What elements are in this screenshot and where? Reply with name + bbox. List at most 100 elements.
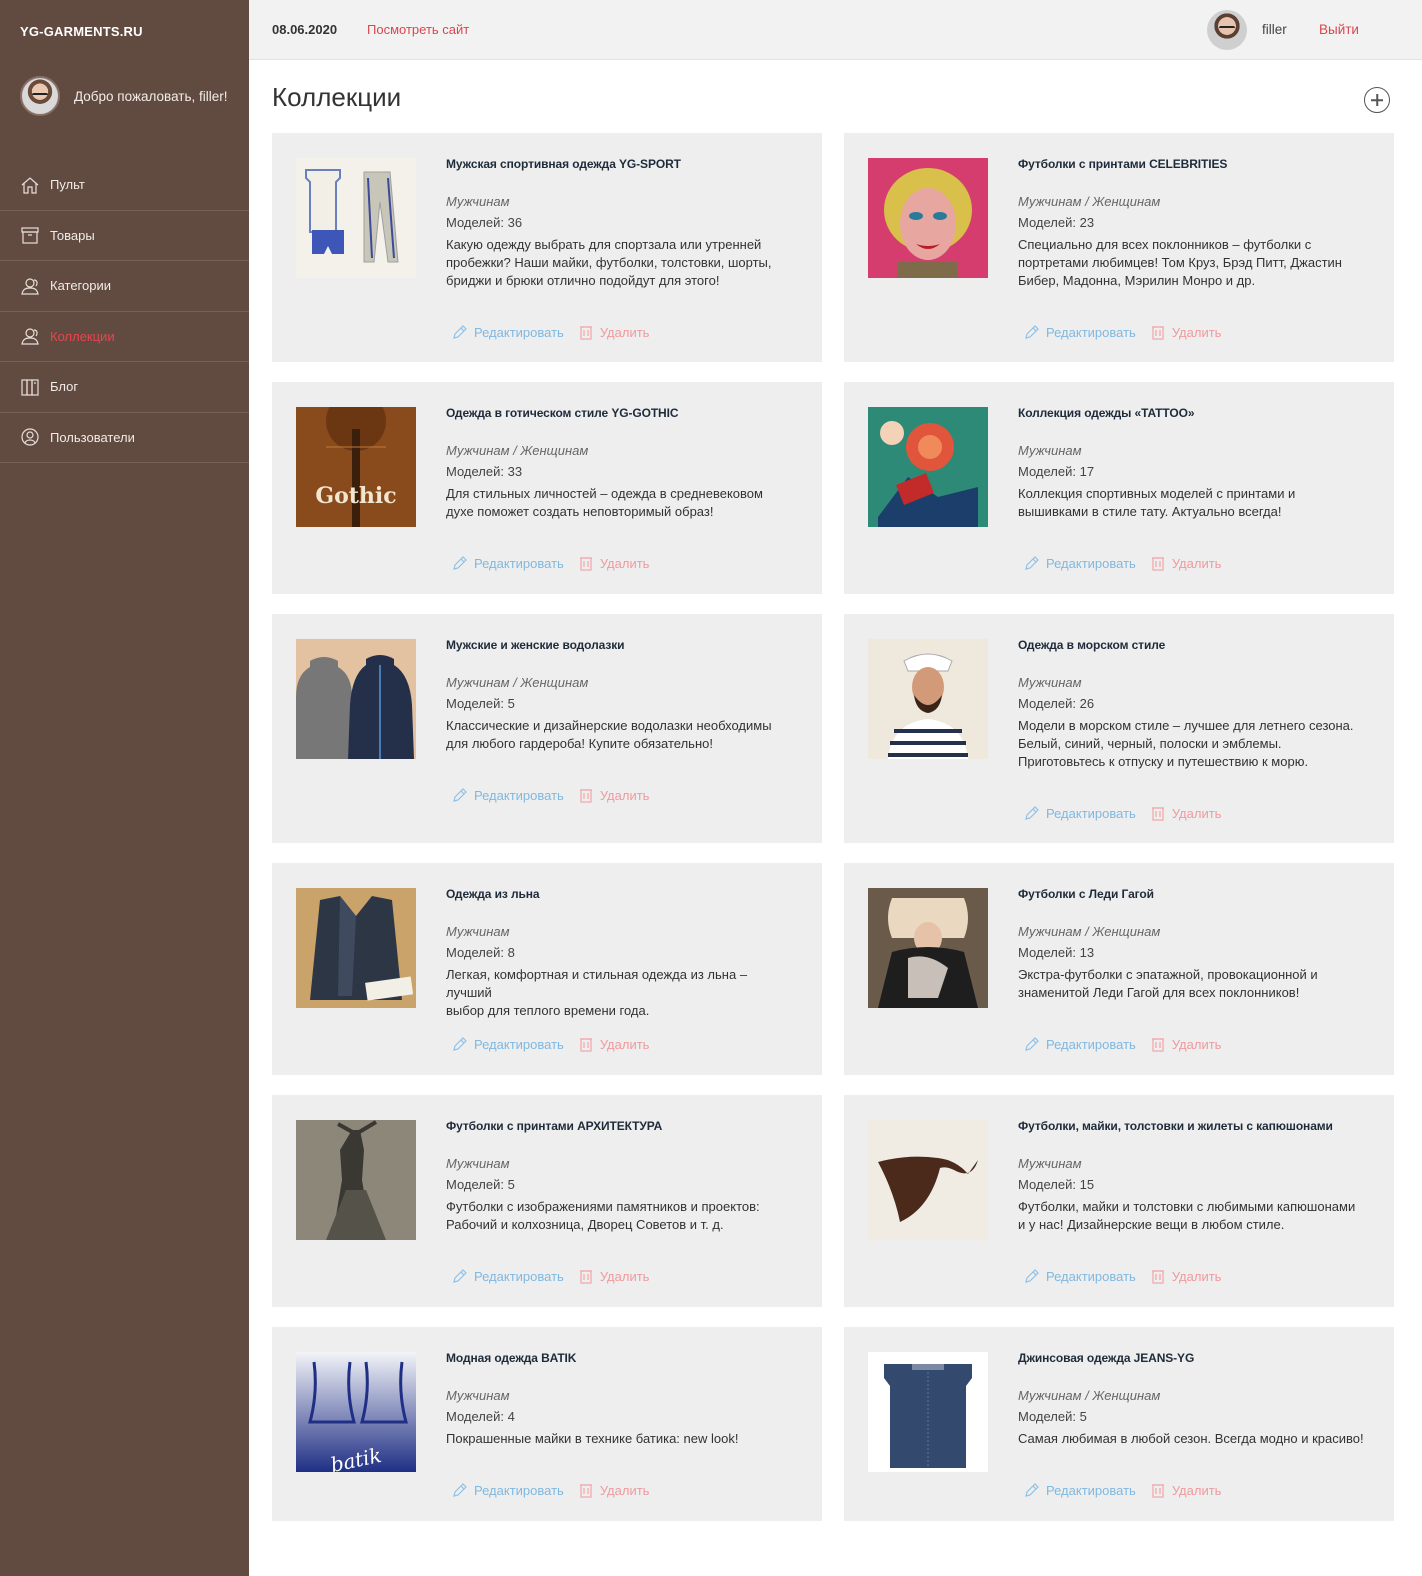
logo[interactable]: YG-GARMENTS.RU <box>20 24 143 39</box>
collection-actions: Редактировать Удалить <box>452 1482 649 1498</box>
collection-audience: Мужчинам / Женщинам <box>1018 924 1161 939</box>
edit-label: Редактировать <box>1046 805 1136 821</box>
collection-thumbnail[interactable] <box>296 1120 416 1240</box>
collection-card: batik Модная одежда BATIK Мужчинам Модел… <box>272 1327 822 1521</box>
delete-button[interactable]: Удалить <box>578 1268 649 1284</box>
delete-button[interactable]: Удалить <box>1150 1482 1221 1498</box>
sidebar-item-collections[interactable]: Коллекции <box>0 312 249 362</box>
delete-button[interactable]: Удалить <box>1150 324 1221 340</box>
edit-button[interactable]: Редактировать <box>452 1482 564 1498</box>
edit-button[interactable]: Редактировать <box>452 787 564 803</box>
view-site-link[interactable]: Посмотреть сайт <box>367 22 469 37</box>
collection-description: Самая любимая в любой сезон. Всегда модн… <box>1018 1430 1368 1448</box>
delete-button[interactable]: Удалить <box>578 555 649 571</box>
collection-info: Футболки с Леди Гагой Мужчинам / Женщина… <box>1018 887 1368 1002</box>
collection-thumbnail[interactable]: Gothic <box>296 407 416 527</box>
current-date: 08.06.2020 <box>272 22 338 37</box>
delete-button[interactable]: Удалить <box>1150 1036 1221 1052</box>
collection-title[interactable]: Футболки с Леди Гагой <box>1018 887 1368 901</box>
collection-description: Классические и дизайнерские водолазки не… <box>446 717 796 753</box>
delete-button[interactable]: Удалить <box>1150 555 1221 571</box>
collection-thumbnail[interactable] <box>868 1120 988 1240</box>
collection-actions: Редактировать Удалить <box>1024 805 1221 821</box>
sidebar-item-products[interactable]: Товары <box>0 211 249 261</box>
collection-title[interactable]: Одежда в морском стиле <box>1018 638 1368 652</box>
delete-button[interactable]: Удалить <box>578 324 649 340</box>
edit-label: Редактировать <box>1046 1268 1136 1284</box>
collection-title[interactable]: Модная одежда BATIK <box>446 1351 796 1365</box>
collection-title[interactable]: Одежда в готическом стиле YG-GOTHIC <box>446 406 796 420</box>
edit-button[interactable]: Редактировать <box>1024 805 1136 821</box>
edit-button[interactable]: Редактировать <box>1024 555 1136 571</box>
sidebar-item-dashboard[interactable]: Пульт <box>0 160 249 211</box>
add-collection-button[interactable] <box>1364 87 1390 113</box>
edit-button[interactable]: Редактировать <box>452 1268 564 1284</box>
edit-button[interactable]: Редактировать <box>452 324 564 340</box>
trash-icon <box>578 555 600 571</box>
edit-button[interactable]: Редактировать <box>452 555 564 571</box>
collection-info: Одежда в готическом стиле YG-GOTHIC Мужч… <box>446 406 796 521</box>
collection-thumbnail[interactable] <box>296 888 416 1008</box>
home-icon <box>20 175 40 195</box>
pencil-icon <box>452 1036 474 1052</box>
collection-description: Футболки, майки и толстовки с любимыми к… <box>1018 1198 1368 1234</box>
collection-actions: Редактировать Удалить <box>452 555 649 571</box>
pencil-icon <box>1024 805 1046 821</box>
collection-info: Модная одежда BATIK Мужчинам Моделей: 4 … <box>446 1351 796 1448</box>
sidebar-item-users[interactable]: Пользователи <box>0 413 249 463</box>
trash-icon <box>578 1482 600 1498</box>
page-title: Коллекции <box>272 82 402 112</box>
collection-description-line: Классические и дизайнерские водолазки не… <box>446 718 772 733</box>
pencil-icon <box>452 787 474 803</box>
collection-thumbnail[interactable]: batik <box>296 1352 416 1472</box>
collection-model-count: Моделей: 13 <box>1018 945 1095 960</box>
collection-title[interactable]: Одежда из льна <box>446 887 796 901</box>
collection-audience: Мужчинам / Женщинам <box>1018 194 1161 209</box>
delete-button[interactable]: Удалить <box>578 1036 649 1052</box>
collection-title[interactable]: Футболки, майки, толстовки и жилеты с ка… <box>1018 1119 1368 1133</box>
edit-button[interactable]: Редактировать <box>1024 1268 1136 1284</box>
delete-button[interactable]: Удалить <box>578 1482 649 1498</box>
collection-thumbnail[interactable] <box>868 639 988 759</box>
edit-button[interactable]: Редактировать <box>1024 1482 1136 1498</box>
collection-thumbnail[interactable] <box>296 158 416 278</box>
collection-info: Одежда из льна Мужчинам Моделей: 8 Легка… <box>446 887 796 1020</box>
collection-thumbnail[interactable] <box>868 888 988 1008</box>
collection-description-line: пробежки? Наши майки, футболки, толстовк… <box>446 255 772 270</box>
collection-title[interactable]: Мужская спортивная одежда YG-SPORT <box>446 157 796 171</box>
edit-label: Редактировать <box>474 324 564 340</box>
delete-button[interactable]: Удалить <box>1150 1268 1221 1284</box>
collection-thumbnail[interactable] <box>296 639 416 759</box>
edit-button[interactable]: Редактировать <box>1024 1036 1136 1052</box>
collection-title[interactable]: Джинсовая одежда JEANS-YG <box>1018 1351 1368 1365</box>
collection-title[interactable]: Коллекция одежды «TATTOO» <box>1018 406 1368 420</box>
sidebar-item-categories[interactable]: Категории <box>0 261 249 312</box>
sidebar-item-label: Пульт <box>50 177 85 193</box>
avatar[interactable] <box>1207 10 1247 50</box>
collection-title[interactable]: Мужские и женские водолазки <box>446 638 796 652</box>
topbar: 08.06.2020 Посмотреть сайт filler Выйти <box>249 0 1422 60</box>
collection-thumbnail[interactable] <box>868 1352 988 1472</box>
delete-button[interactable]: Удалить <box>578 787 649 803</box>
trash-icon <box>578 1036 600 1052</box>
collection-title[interactable]: Футболки с принтами CELEBRITIES <box>1018 157 1368 171</box>
delete-button[interactable]: Удалить <box>1150 805 1221 821</box>
collection-description-line: Футболки, майки и толстовки с любимыми к… <box>1018 1199 1356 1214</box>
username[interactable]: filler <box>1262 22 1287 37</box>
collection-info: Коллекция одежды «TATTOO» Мужчинам Модел… <box>1018 406 1368 521</box>
collection-description-line: для любого гардероба! Купите обязательно… <box>446 736 713 751</box>
edit-button[interactable]: Редактировать <box>452 1036 564 1052</box>
user-circle-icon <box>20 427 40 447</box>
collection-thumbnail[interactable] <box>868 158 988 278</box>
collection-info: Мужская спортивная одежда YG-SPORT Мужчи… <box>446 157 796 290</box>
collection-audience: Мужчинам / Женщинам <box>1018 1388 1161 1403</box>
collection-thumbnail[interactable] <box>868 407 988 527</box>
collection-title[interactable]: Футболки с принтами АРХИТЕКТУРА <box>446 1119 796 1133</box>
edit-button[interactable]: Редактировать <box>1024 324 1136 340</box>
sidebar-item-blog[interactable]: Блог <box>0 362 249 413</box>
welcome-text: Добро пожаловать, filler! <box>74 88 228 104</box>
collection-actions: Редактировать Удалить <box>1024 324 1221 340</box>
collection-actions: Редактировать Удалить <box>452 1036 649 1052</box>
logout-link[interactable]: Выйти <box>1319 22 1359 37</box>
collection-description-line: Модели в морском стиле – лучшее для летн… <box>1018 718 1354 733</box>
